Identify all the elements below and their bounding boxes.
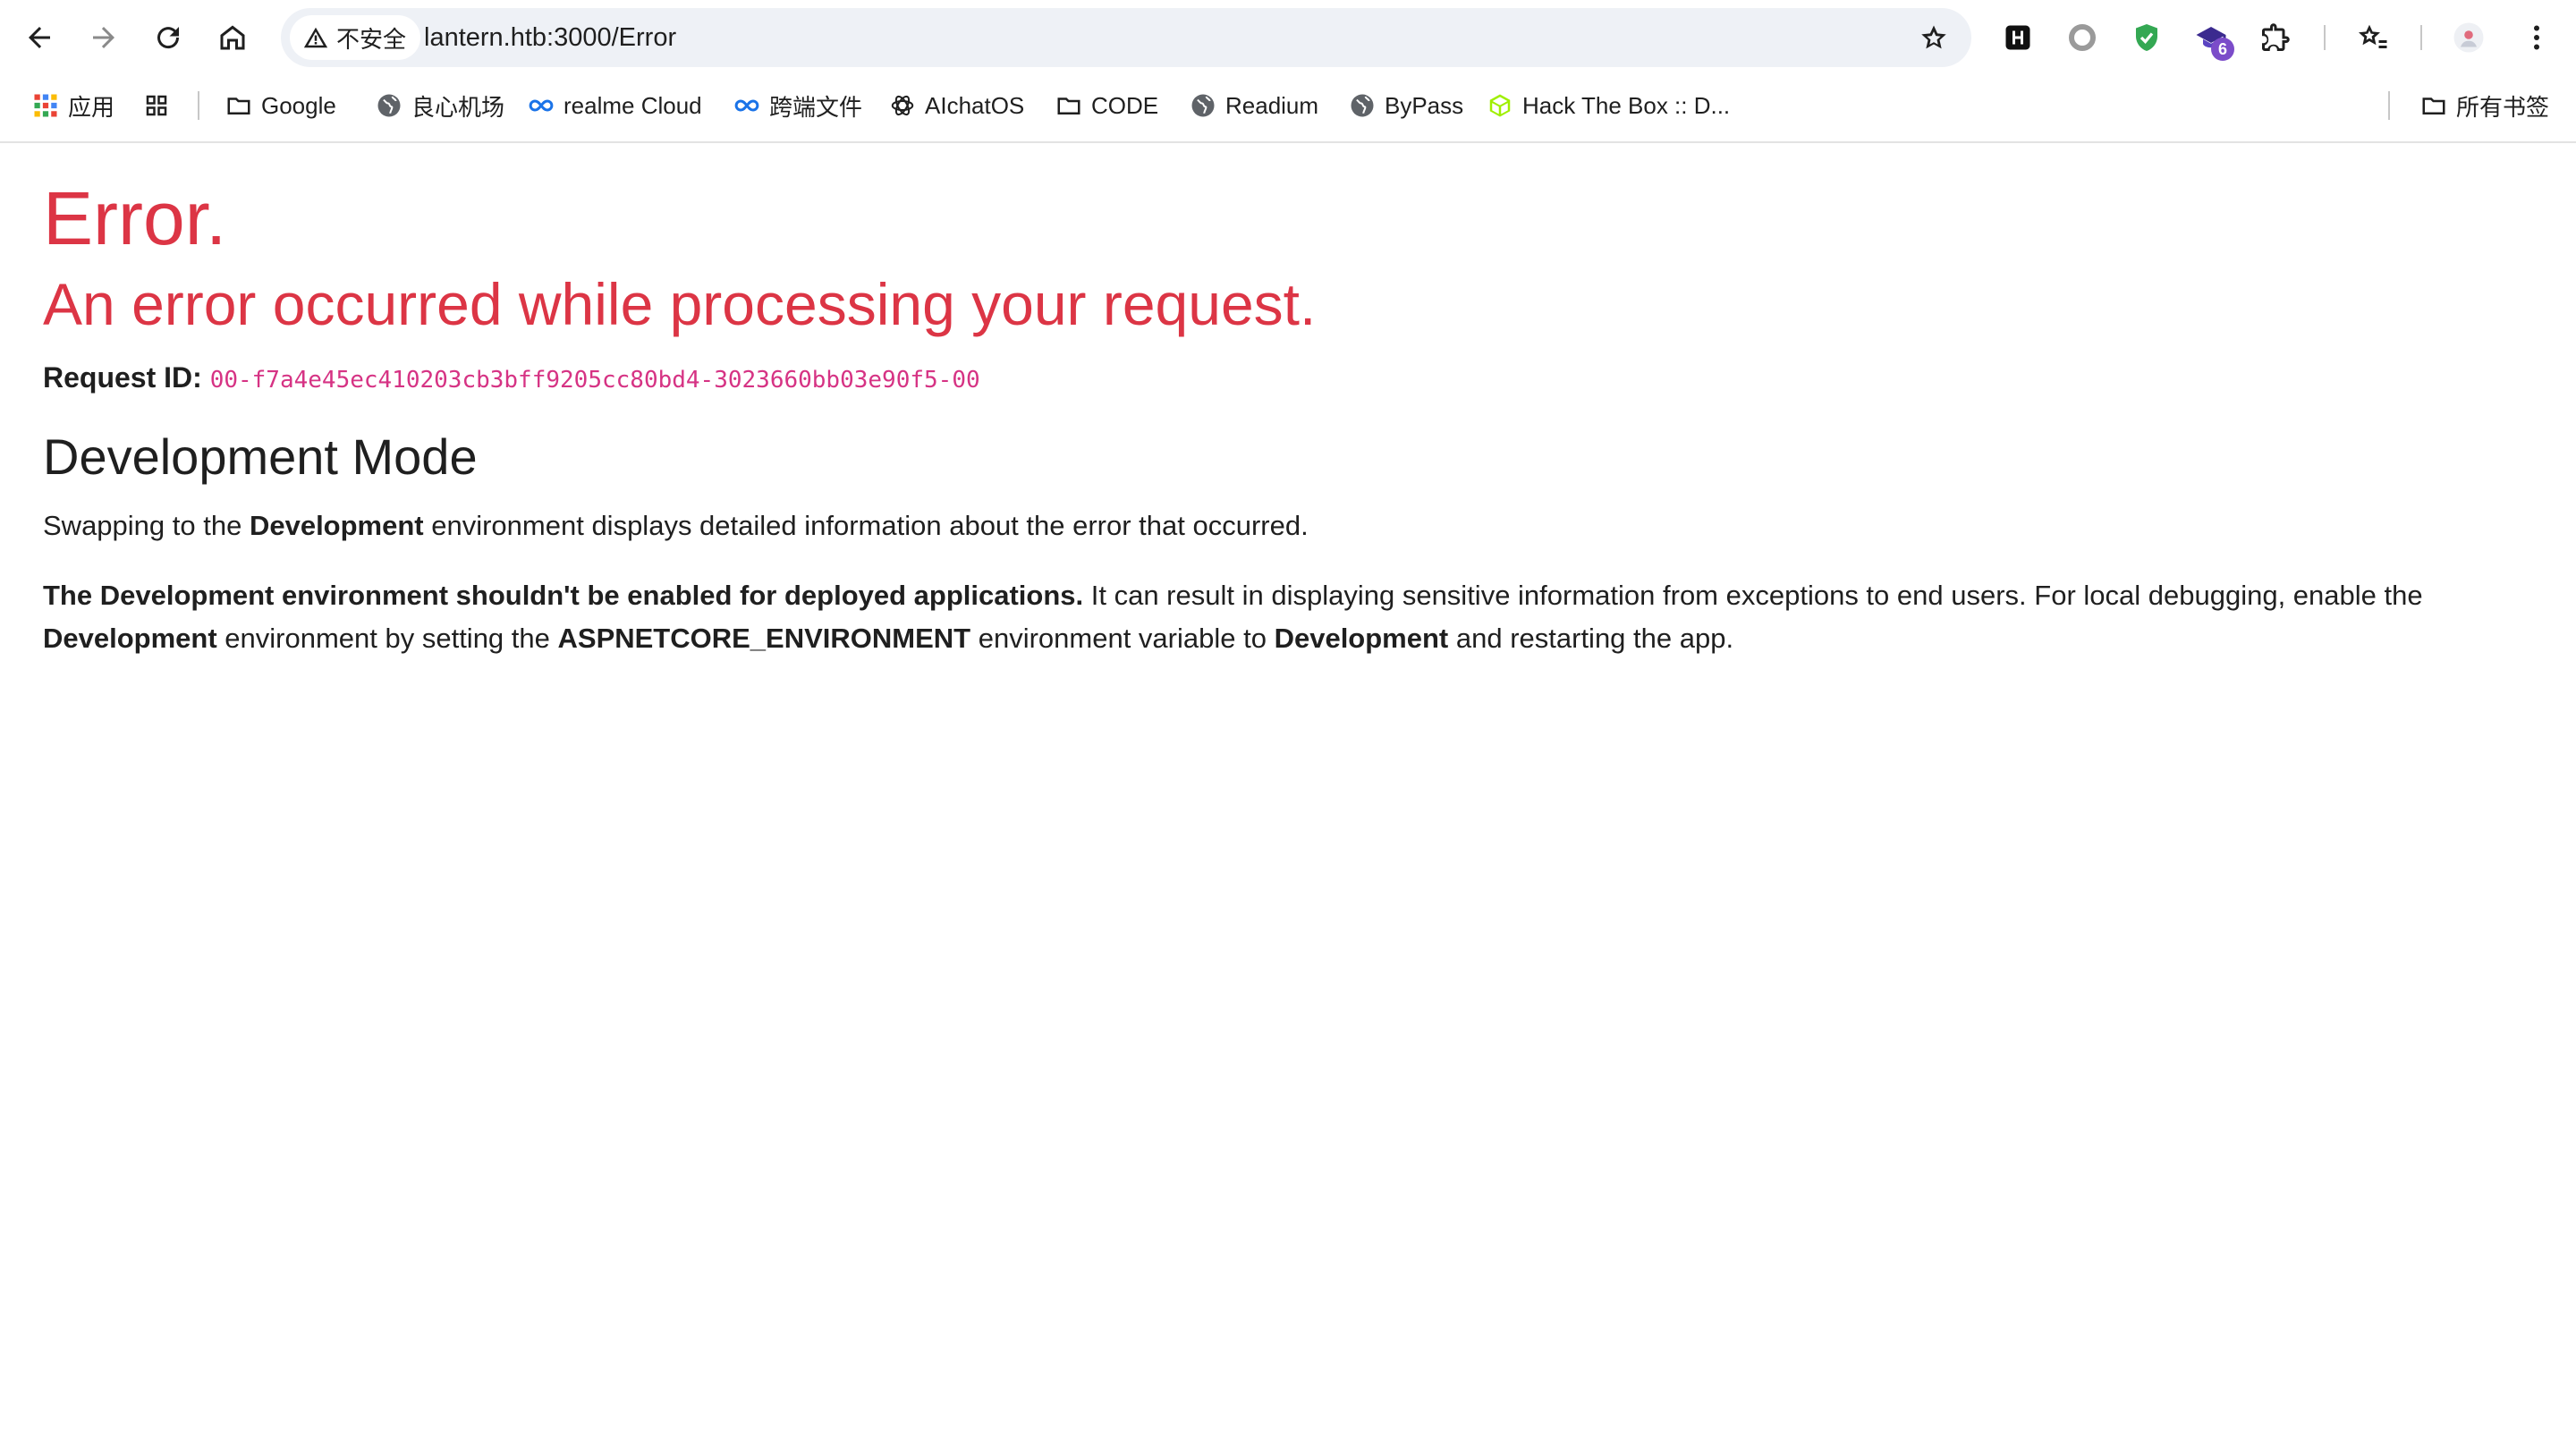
reading-list-button[interactable] <box>2349 14 2395 61</box>
bookmark-label: 应用 <box>68 93 115 121</box>
extension-shield[interactable] <box>2123 14 2170 61</box>
bookmarks-separator <box>2388 91 2390 120</box>
para-text: and restarting the app. <box>1448 623 1734 654</box>
bookmark-label: ByPass <box>1385 91 1464 119</box>
browser-chrome: 不安全 lantern.htb:3000/Error 6 应用 Google 良… <box>0 0 2576 143</box>
globe-icon <box>377 94 401 117</box>
star-outline-icon <box>1921 25 1946 49</box>
para-text: environment displays detailed informatio… <box>423 510 1309 541</box>
globe-icon <box>1191 94 1215 117</box>
bookmarks-bar: 应用 Google 良心机场 realme Cloud 跨端文件 AIchatO… <box>0 79 2576 132</box>
ring-icon <box>2069 24 2096 51</box>
forward-button[interactable] <box>77 11 131 64</box>
warning-triangle-icon <box>303 27 328 48</box>
bookmark-code[interactable]: CODE <box>1055 86 1158 125</box>
bookmark-hack-the-box[interactable]: Hack The Box :: D... <box>1487 86 1730 125</box>
bookmark-liangxin[interactable]: 良心机场 <box>376 86 504 125</box>
shield-check-icon <box>2136 24 2157 51</box>
all-bookmarks[interactable]: 所有书签 <box>2420 86 2549 125</box>
browser-menu-button[interactable] <box>2513 14 2560 61</box>
bookmark-google[interactable]: Google <box>225 86 336 125</box>
kebab-menu-icon <box>2534 25 2539 50</box>
development-warning: The Development environment shouldn't be… <box>43 574 2521 660</box>
reload-button[interactable] <box>141 11 195 64</box>
tab-groups-icon <box>146 95 167 116</box>
infinity-icon <box>529 99 554 112</box>
security-chip[interactable]: 不安全 <box>290 15 421 60</box>
bookmark-tab-groups[interactable] <box>143 86 170 125</box>
para-text: environment variable to <box>970 623 1275 654</box>
bookmark-label: Readium <box>1225 91 1319 119</box>
para-text: Swapping to the <box>43 510 250 541</box>
page-title: Error. <box>43 176 227 260</box>
bookmark-label: realme Cloud <box>564 91 702 119</box>
home-button[interactable] <box>206 11 259 64</box>
bookmark-label: Google <box>261 91 336 119</box>
htb-cube-icon <box>1489 94 1511 117</box>
globe-icon <box>1351 94 1374 117</box>
para-bold: Development <box>1274 623 1449 654</box>
bookmark-label: AIchatOS <box>925 91 1025 119</box>
apps-grid-icon <box>34 94 57 117</box>
error-subtitle: An error occurred while processing your … <box>43 271 1317 337</box>
openai-icon <box>891 95 914 116</box>
para-bold: The Development environment shouldn't be… <box>43 580 1084 611</box>
url-text[interactable]: lantern.htb:3000/Error <box>424 8 676 67</box>
all-bookmarks-label: 所有书签 <box>2456 93 2550 121</box>
folder-icon <box>1057 97 1080 114</box>
toolbar-separator <box>2324 25 2326 50</box>
arrow-left-icon <box>29 27 50 48</box>
folder-icon <box>227 97 250 114</box>
request-id-line: Request ID: 00-f7a4e45ec410203cb3bff9205… <box>43 361 980 394</box>
extension-circle[interactable] <box>2059 14 2106 61</box>
bookmarks-separator <box>198 91 199 120</box>
bookmark-label: 良心机场 <box>411 93 505 121</box>
bookmark-label: CODE <box>1091 91 1159 119</box>
request-id-value: 00-f7a4e45ec410203cb3bff9205cc80bd4-3023… <box>209 367 980 394</box>
folder-icon <box>2422 97 2445 114</box>
para-bold: Development <box>43 623 217 654</box>
para-text: environment by setting the <box>216 623 558 654</box>
browser-toolbar: 不安全 lantern.htb:3000/Error 6 <box>0 0 2576 75</box>
bookmark-aichatos[interactable]: AIchatOS <box>889 86 1024 125</box>
arrow-right-icon <box>93 27 114 48</box>
star-list-icon <box>2359 24 2387 48</box>
request-id-label: Request ID: <box>43 361 202 394</box>
toolbar-separator <box>2420 25 2422 50</box>
extension-badge: 6 <box>2211 38 2234 61</box>
security-label: 不安全 <box>336 25 407 53</box>
development-mode-heading: Development Mode <box>43 428 478 485</box>
htb-h-icon <box>2005 25 2030 50</box>
back-button[interactable] <box>13 11 66 64</box>
bookmark-cross-files[interactable]: 跨端文件 <box>733 86 862 125</box>
profile-button[interactable] <box>2445 14 2492 61</box>
home-icon <box>220 25 245 50</box>
extension-cap[interactable]: 6 <box>2188 14 2234 61</box>
bookmark-star-button[interactable] <box>1912 16 1955 59</box>
avatar <box>2453 22 2484 53</box>
bookmark-label: Hack The Box :: D... <box>1522 91 1731 119</box>
development-description: Swapping to the Development environment … <box>43 504 2521 547</box>
reload-icon <box>157 27 180 49</box>
extension-hackthebox[interactable] <box>1995 14 2041 61</box>
para-bold: ASPNETCORE_ENVIRONMENT <box>557 623 971 654</box>
address-bar[interactable]: 不安全 lantern.htb:3000/Error <box>281 8 1971 67</box>
bookmark-apps[interactable]: 应用 <box>32 86 114 125</box>
extensions-menu-button[interactable] <box>2252 14 2299 61</box>
para-bold: Development <box>249 510 424 541</box>
para-text: It can result in displaying sensitive in… <box>1083 580 2423 611</box>
bookmark-readium[interactable]: Readium <box>1190 86 1318 125</box>
infinity-icon <box>734 99 759 112</box>
bookmark-bypass[interactable]: ByPass <box>1349 86 1463 125</box>
bookmark-realme-cloud[interactable]: realme Cloud <box>528 86 702 125</box>
puzzle-icon <box>2262 23 2290 51</box>
bookmark-label: 跨端文件 <box>769 93 863 121</box>
